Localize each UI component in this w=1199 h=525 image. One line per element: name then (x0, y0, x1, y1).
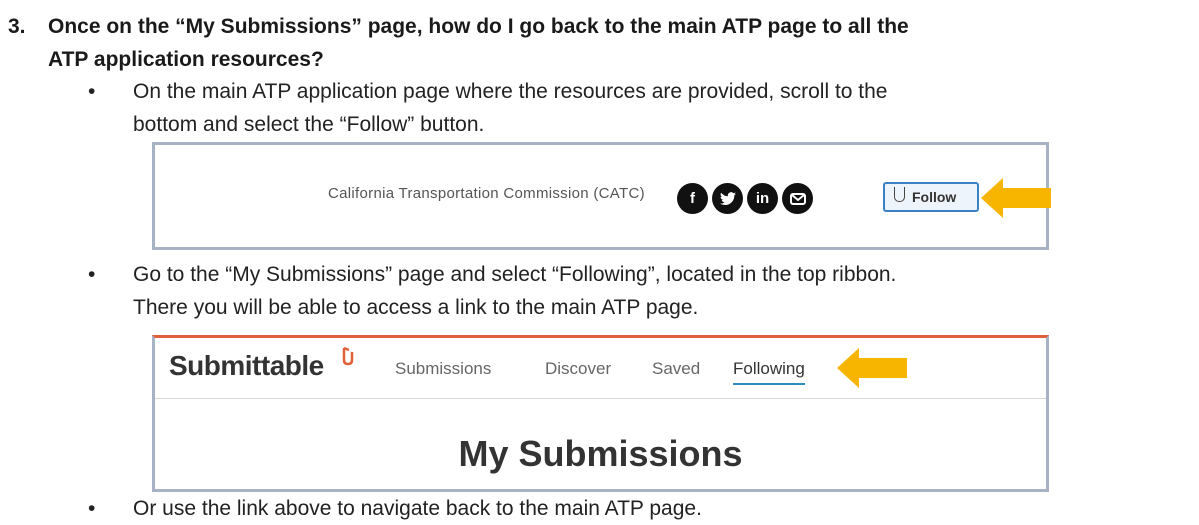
bullet-1-line-2: bottom and select the “Follow” button. (133, 113, 485, 136)
bullet-icon: • (88, 263, 96, 286)
bullet-icon: • (88, 80, 96, 103)
submittable-screenshot: Submittable Submissions Discover Saved F… (152, 335, 1049, 492)
email-icon[interactable] (782, 183, 813, 214)
question-number: 3. (8, 15, 26, 38)
bullet-item-2: • Go to the “My Submissions” page and se… (88, 258, 1188, 324)
nav-discover[interactable]: Discover (545, 359, 611, 379)
question-line-1: Once on the “My Submissions” page, how d… (48, 15, 909, 38)
nav-saved[interactable]: Saved (652, 359, 700, 379)
submittable-logo-icon (342, 346, 354, 366)
bullet-2-line-2: There you will be able to access a link … (133, 296, 699, 319)
bookmark-icon (894, 186, 905, 202)
follow-button-screenshot: California Transportation Commission (CA… (152, 142, 1051, 250)
bullet-icon: • (88, 497, 96, 520)
follow-button[interactable]: Follow (883, 182, 979, 212)
submittable-logo[interactable]: Submittable (169, 350, 324, 382)
question-line-2: ATP application resources? (48, 48, 324, 71)
bullet-item-1: • On the main ATP application page where… (88, 75, 1188, 141)
linkedin-icon[interactable]: in (747, 183, 778, 214)
arrow-icon (837, 348, 907, 388)
top-ribbon: Submittable Submissions Discover Saved F… (155, 338, 1046, 399)
follow-button-label: Follow (912, 189, 957, 205)
bullet-1-line-1: On the main ATP application page where t… (133, 80, 888, 103)
organization-name: California Transportation Commission (CA… (328, 185, 645, 202)
nav-submissions[interactable]: Submissions (395, 359, 491, 379)
bullet-3-line-1: Or use the link above to navigate back t… (133, 497, 702, 520)
arrow-icon (981, 178, 1051, 218)
bullet-2-line-1: Go to the “My Submissions” page and sele… (133, 263, 897, 286)
question-heading: 3. Once on the “My Submissions” page, how… (8, 10, 1193, 76)
page-title: My Submissions (458, 433, 743, 474)
bullet-item-3: • Or use the link above to navigate back… (88, 492, 1188, 525)
twitter-icon[interactable] (712, 183, 743, 214)
facebook-icon[interactable]: f (677, 183, 708, 214)
nav-following[interactable]: Following (733, 359, 805, 385)
